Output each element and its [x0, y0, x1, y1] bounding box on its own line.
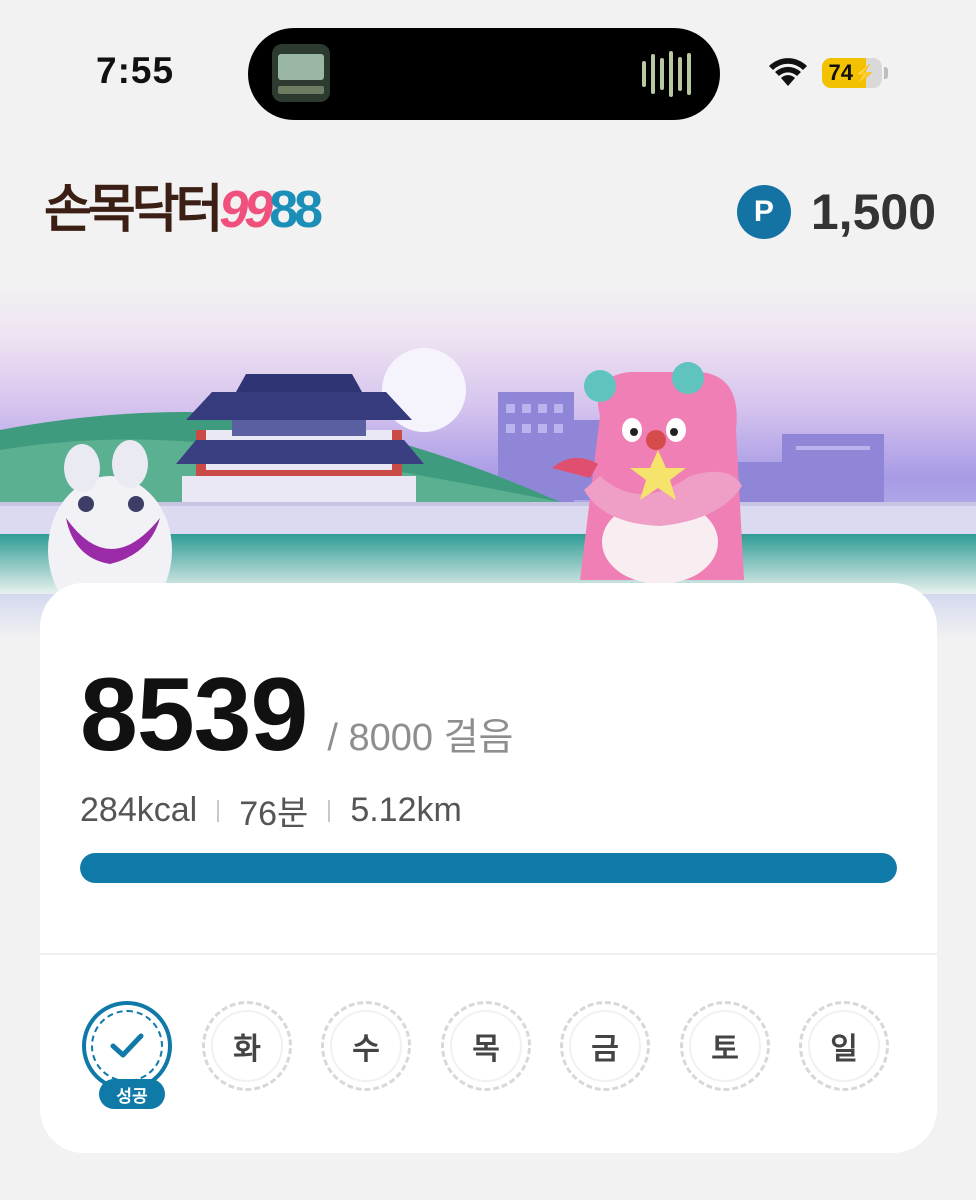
steps-row: 8539 / 8000 걸음	[80, 663, 514, 767]
dynamic-island[interactable]	[248, 28, 720, 120]
status-bar: 7:55 74⚡	[0, 0, 976, 130]
day-label: 화	[233, 1032, 261, 1067]
day-label: 일	[830, 1032, 858, 1067]
day-label: 토	[711, 1032, 739, 1067]
stat-distance: 5.12km	[350, 791, 462, 829]
points-balance[interactable]: P 1,500	[736, 182, 936, 242]
day-label: 수	[352, 1032, 380, 1067]
audio-waveform-icon	[642, 48, 696, 100]
logo-text: 손목닥터	[44, 181, 223, 239]
day-0-success[interactable]: 성공	[82, 1001, 172, 1109]
day-6[interactable]: 일	[799, 1001, 889, 1091]
day-2[interactable]: 수	[321, 1001, 411, 1091]
status-time: 7:55	[96, 50, 175, 91]
steps-count: 8539	[80, 657, 308, 773]
stat-minutes: 76분	[239, 795, 309, 833]
day-label: 목	[472, 1032, 500, 1067]
points-value: 1,500	[810, 184, 936, 240]
stat-divider	[217, 799, 220, 822]
steps-goal: / 8000 걸음	[327, 717, 514, 759]
steps-progress-bar	[80, 853, 897, 883]
card-divider	[40, 953, 937, 955]
wifi-icon	[769, 58, 807, 86]
day-1[interactable]: 화	[202, 1001, 292, 1091]
points-icon: P	[736, 185, 791, 239]
app-screen: 7:55 74⚡ 손목닥터9988 P 1,500 8539 / 8000 걸음…	[0, 0, 976, 1200]
battery-cap	[884, 67, 888, 79]
steps-progress-fill	[80, 853, 897, 883]
day-3[interactable]: 목	[441, 1001, 531, 1091]
app-logo[interactable]: 손목닥터9988	[44, 178, 323, 242]
logo-eight: 88	[269, 181, 323, 239]
activity-stats: 284kcal 76분 5.12km	[80, 786, 462, 835]
checkmark-icon	[110, 1033, 144, 1058]
day-label: 금	[591, 1032, 619, 1067]
day-5[interactable]: 토	[680, 1001, 770, 1091]
stat-kcal: 284kcal	[80, 791, 198, 829]
now-playing-thumbnail	[272, 44, 330, 102]
battery-level: 74⚡	[828, 60, 876, 85]
weekly-day-tracker: 성공 화 수 목 금 토 일	[82, 1001, 889, 1109]
battery-icon: 74⚡	[822, 58, 882, 88]
success-badge: 성공	[99, 1079, 165, 1109]
steps-card[interactable]: 8539 / 8000 걸음 284kcal 76분 5.12km 성공 화 수 목 금…	[40, 583, 937, 1153]
day-4[interactable]: 금	[560, 1001, 650, 1091]
stat-divider	[328, 799, 331, 822]
logo-nine: 99	[219, 181, 273, 239]
